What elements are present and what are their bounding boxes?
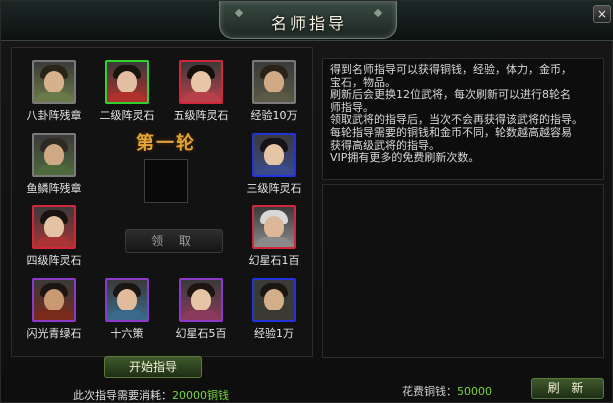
portrait-face bbox=[44, 71, 64, 93]
general-portrait[interactable] bbox=[105, 60, 149, 104]
portrait-robe bbox=[36, 165, 72, 175]
portrait-robe bbox=[256, 165, 292, 175]
current-general-slot bbox=[144, 159, 188, 203]
general-slot-5[interactable]: 鱼鳞阵残章 bbox=[14, 133, 94, 196]
reward-log-box bbox=[322, 184, 604, 358]
portrait-robe bbox=[256, 92, 292, 102]
portrait-robe bbox=[256, 310, 292, 320]
general-portrait[interactable] bbox=[179, 278, 223, 322]
portrait-face bbox=[264, 289, 284, 311]
general-slot-2[interactable]: 二级阵灵石 bbox=[87, 60, 167, 123]
refresh-fee-line: 花费铜钱：50000 bbox=[402, 383, 492, 399]
portrait-robe bbox=[36, 92, 72, 102]
portrait-face bbox=[44, 216, 64, 238]
cost-line: 此次指导需要消耗：20000铜钱 bbox=[73, 387, 229, 403]
portrait-face bbox=[44, 289, 64, 311]
general-reward-label: 十六策 bbox=[110, 327, 144, 340]
general-reward-label: 幻星石5百 bbox=[175, 327, 227, 340]
general-reward-label: 五级阵灵石 bbox=[173, 109, 229, 122]
portrait-face bbox=[117, 289, 137, 311]
start-guidance-button[interactable]: 开始指导 bbox=[104, 356, 202, 378]
fee-label: 花费铜钱： bbox=[402, 385, 457, 398]
portrait-robe bbox=[183, 92, 219, 102]
general-reward-label: 鱼鳞阵残章 bbox=[26, 182, 82, 195]
general-slot-3[interactable]: 五级阵灵石 bbox=[161, 60, 241, 123]
portrait-face bbox=[44, 144, 64, 166]
portrait-face bbox=[191, 71, 211, 93]
portrait-robe bbox=[183, 310, 219, 320]
window-title: 名师指导 bbox=[270, 14, 347, 33]
portrait-face bbox=[264, 71, 284, 93]
general-reward-label: 经验1万 bbox=[254, 327, 294, 340]
portrait-robe bbox=[109, 310, 145, 320]
general-portrait[interactable] bbox=[252, 205, 296, 249]
general-reward-label: 八卦阵残章 bbox=[26, 109, 82, 122]
portrait-face bbox=[264, 216, 284, 238]
general-reward-label: 经验10万 bbox=[250, 109, 298, 122]
close-button[interactable]: × bbox=[593, 5, 611, 23]
portrait-face bbox=[264, 144, 284, 166]
general-slot-8[interactable]: 幻星石1百 bbox=[234, 205, 314, 268]
general-portrait[interactable] bbox=[32, 133, 76, 177]
portrait-robe bbox=[36, 237, 72, 247]
general-reward-label: 三级阵灵石 bbox=[246, 182, 302, 195]
general-portrait[interactable] bbox=[252, 60, 296, 104]
portrait-robe bbox=[109, 92, 145, 102]
title-tab: 名师指导 bbox=[219, 1, 397, 39]
fee-value: 50000 bbox=[457, 385, 492, 398]
general-portrait[interactable] bbox=[32, 205, 76, 249]
general-portrait[interactable] bbox=[179, 60, 223, 104]
general-portrait[interactable] bbox=[252, 133, 296, 177]
general-reward-label: 二级阵灵石 bbox=[99, 109, 155, 122]
round-title: 第一轮 bbox=[136, 133, 196, 154]
portrait-face bbox=[117, 71, 137, 93]
cost-label: 此次指导需要消耗： bbox=[73, 389, 172, 402]
general-portrait[interactable] bbox=[252, 278, 296, 322]
master-guidance-window: 名师指导 × 八卦阵残章 二级阵灵石 五级阵灵石 经验10万 鱼鳞阵残章 三级阵… bbox=[0, 0, 613, 403]
cost-value: 20000铜钱 bbox=[172, 389, 229, 402]
general-slot-4[interactable]: 经验10万 bbox=[234, 60, 314, 123]
general-slot-6[interactable]: 三级阵灵石 bbox=[234, 133, 314, 196]
general-portrait[interactable] bbox=[105, 278, 149, 322]
general-portrait[interactable] bbox=[32, 60, 76, 104]
portrait-face bbox=[191, 289, 211, 311]
general-slot-12[interactable]: 经验1万 bbox=[234, 278, 314, 341]
rule-line: 刷新后会更换12位武将，每次刷新可以进行8轮名 bbox=[330, 88, 571, 102]
general-slot-10[interactable]: 十六策 bbox=[87, 278, 167, 341]
general-slot-9[interactable]: 闪光青绿石 bbox=[14, 278, 94, 341]
rules-text-box: 得到名师指导可以获得铜钱，经验，体力，金币， 宝石，物品。 刷新后会更换12位武… bbox=[322, 58, 604, 180]
rule-line: 每轮指导需要的铜钱和金币不同，轮数越高越容易 bbox=[330, 125, 572, 139]
general-portrait[interactable] bbox=[32, 278, 76, 322]
rule-line: VIP拥有更多的免费刷新次数。 bbox=[330, 151, 480, 165]
general-reward-label: 幻星石1百 bbox=[248, 254, 300, 267]
general-reward-label: 闪光青绿石 bbox=[26, 327, 82, 340]
general-slot-1[interactable]: 八卦阵残章 bbox=[14, 60, 94, 123]
general-slot-11[interactable]: 幻星石5百 bbox=[161, 278, 241, 341]
portrait-robe bbox=[36, 310, 72, 320]
general-reward-label: 四级阵灵石 bbox=[26, 254, 82, 267]
refresh-button[interactable]: 刷 新 bbox=[531, 378, 604, 399]
general-slot-7[interactable]: 四级阵灵石 bbox=[14, 205, 94, 268]
rule-line: 得到名师指导可以获得铜钱，经验，体力，金币， bbox=[330, 63, 572, 76]
claim-button[interactable]: 领 取 bbox=[125, 229, 223, 253]
portrait-robe bbox=[256, 237, 292, 247]
